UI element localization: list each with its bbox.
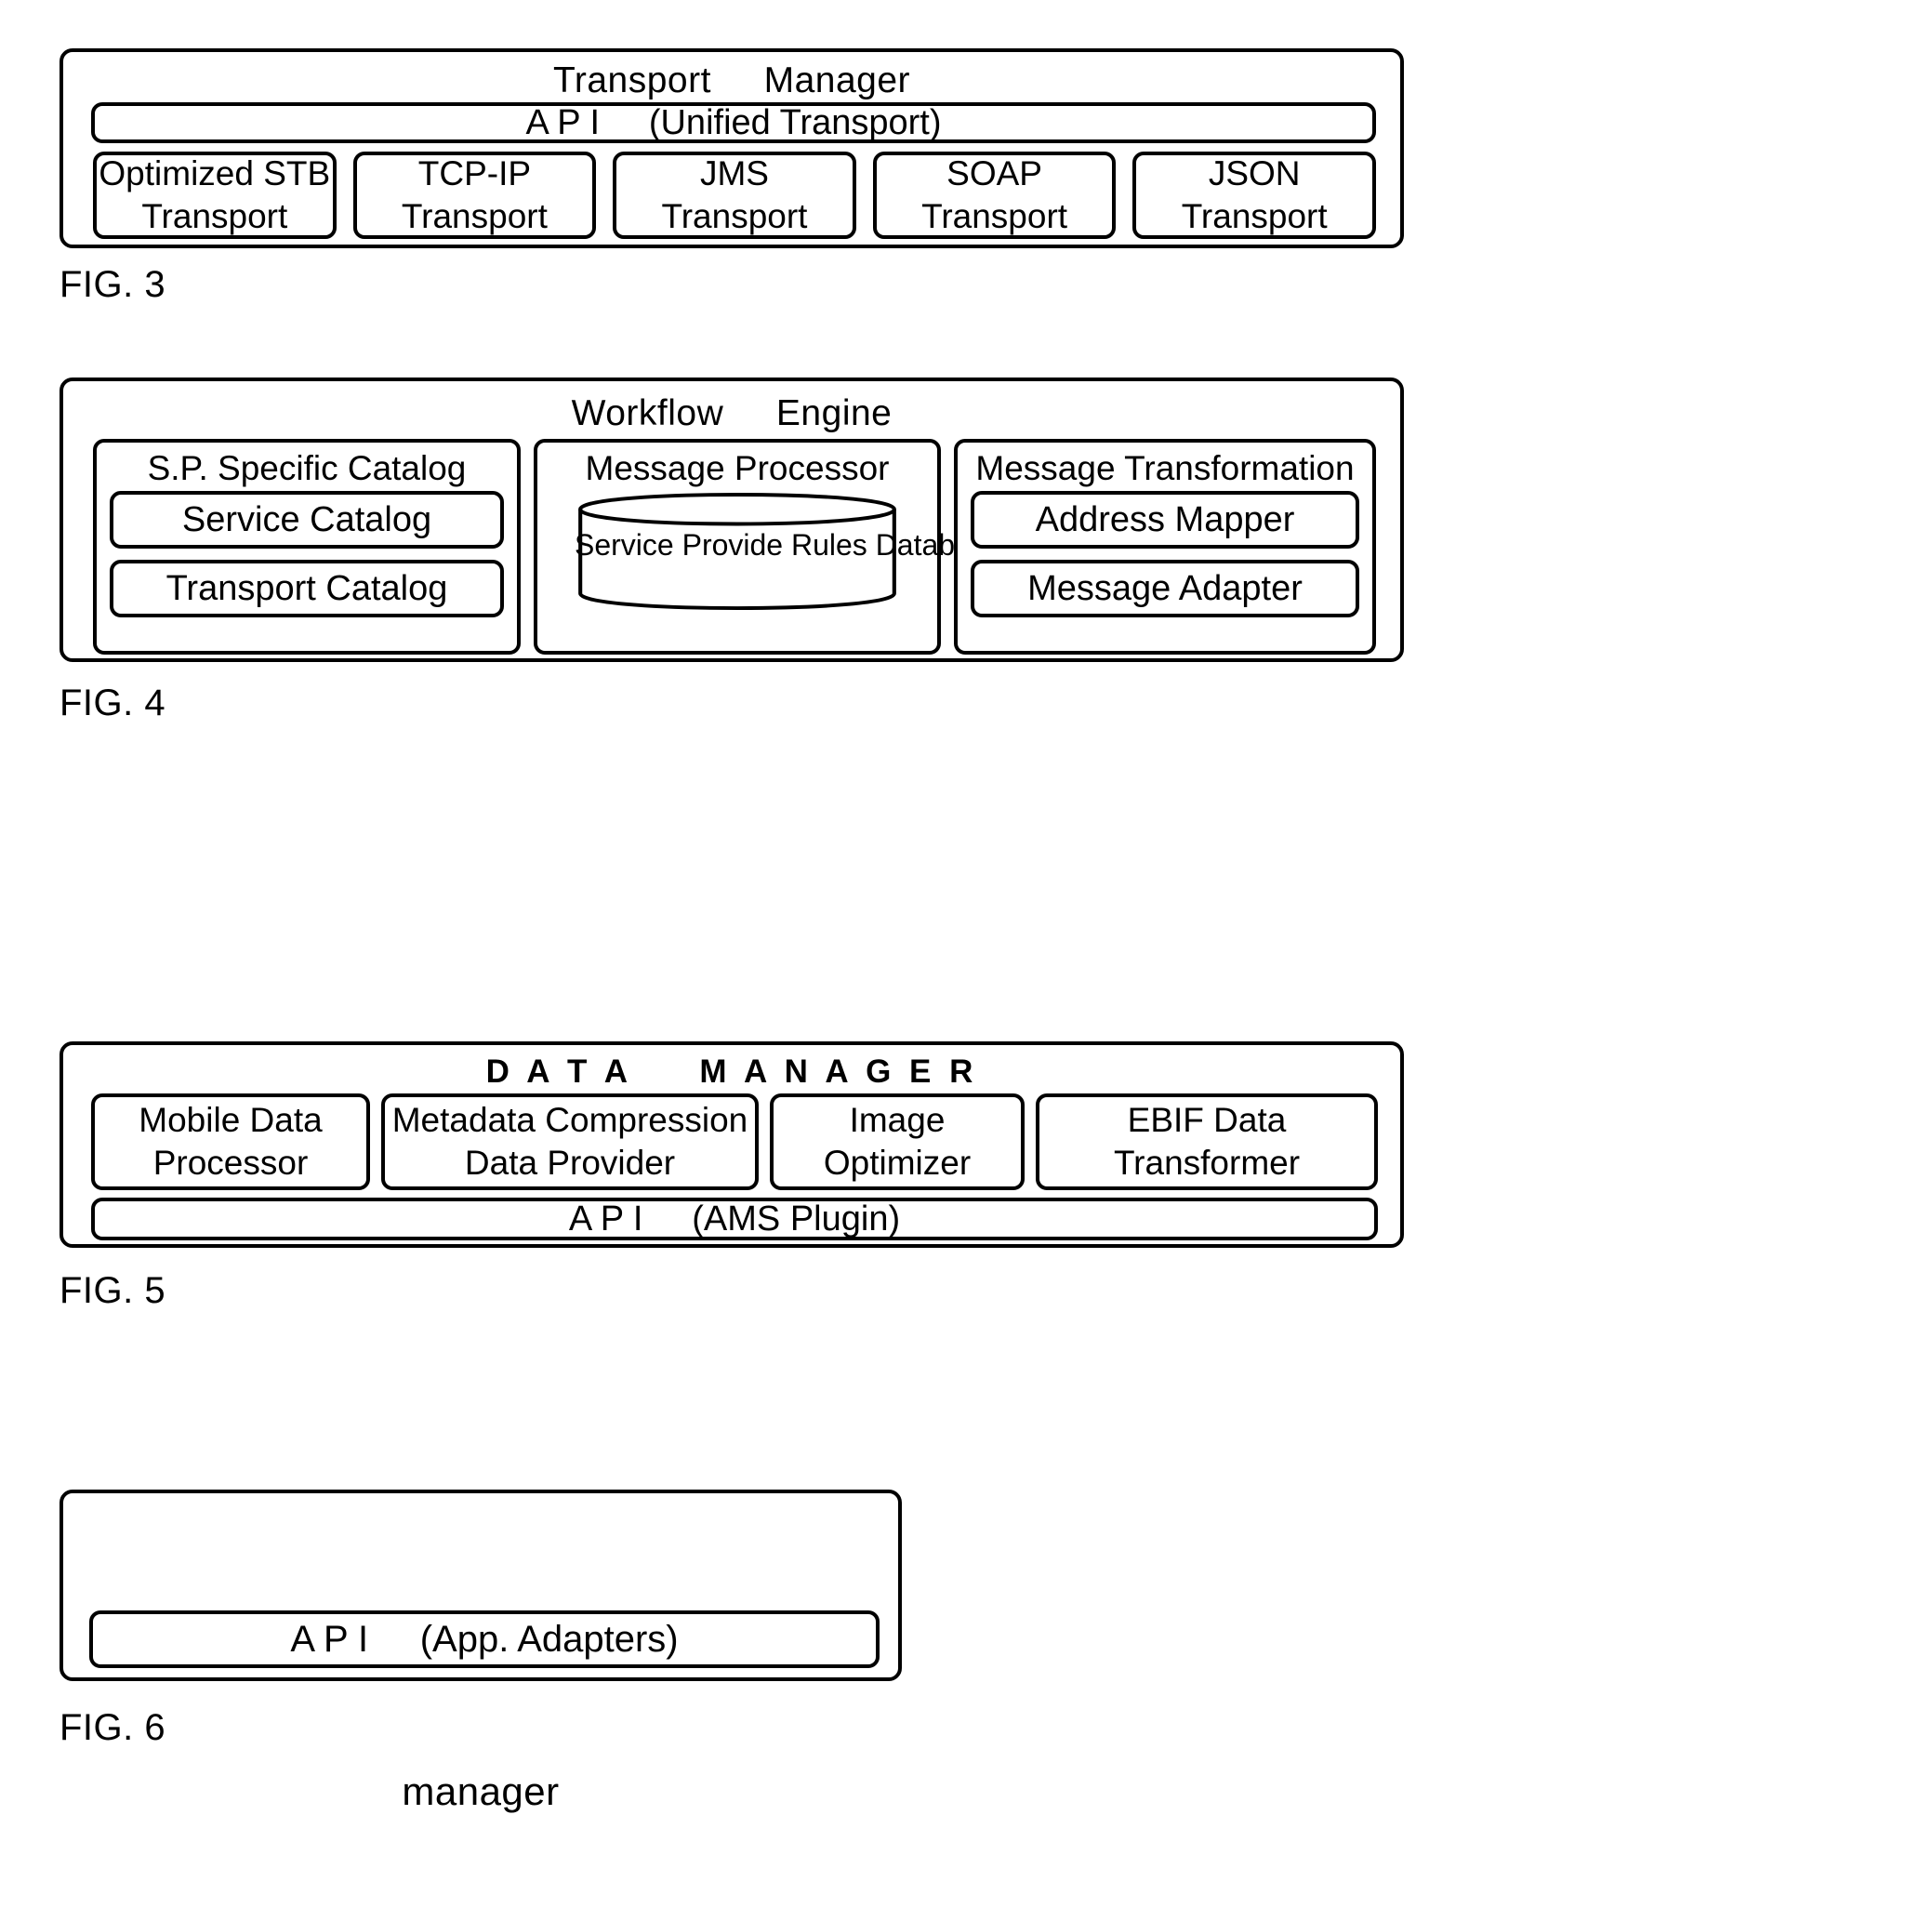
data-manager-components: Mobile Data Processor Metadata Compressi… [91,1093,1378,1190]
panel-sp-specific-catalog: S.P. Specific Catalog Service Catalog Tr… [93,439,521,655]
panel-message-processor: Message Processor Service Provide Rules … [534,439,1003,655]
mobile-data-processor-line2: Processor [152,1144,309,1182]
workflow-engine-title: Workflow Engine [571,393,893,433]
transport-tcp-ip-line1: TCP-IP [417,154,532,193]
mobile-data-processor-line1: Mobile Data [139,1101,323,1140]
service-provider-rules-database-cylinder: Service Provide Rules Database [575,493,1003,610]
transport-list: Optimized STB Transport TCP-IP Transport… [93,152,1376,239]
transport-jms: JMS Transport [613,152,856,239]
metadata-compression-data-provider: Metadata Compression Data Provider [381,1093,759,1190]
figure-5-caption: FIG. 5 [60,1270,166,1311]
figure-5-data-manager: D A T A M A N A G E R Mobile Data Proces… [60,1041,1404,1248]
figure-6-application-manager: Application manager A P I (App. Adapters… [60,1490,902,1813]
transport-soap-line2: Transport [921,197,1068,235]
service-catalog-box: Service Catalog [110,491,504,549]
image-optimizer-line2: Optimizer [823,1144,972,1182]
ebif-data-transformer-line1: EBIF Data [1127,1101,1287,1140]
figure-4-caption: FIG. 4 [60,682,166,723]
application-manager-title: Application manager [63,1508,898,1921]
ebif-data-transformer: EBIF Data Transformer [1036,1093,1378,1190]
rules-database-label: Service Provide Rules Database [575,526,1003,564]
panel-sp-specific-catalog-title: S.P. Specific Catalog [147,449,467,487]
rules-database-line1: Service Provide [575,528,784,562]
workflow-engine-panels: S.P. Specific Catalog Service Catalog Tr… [93,439,1376,655]
data-manager-api-bar: A P I (AMS Plugin) [91,1198,1378,1240]
transport-json-line2: Transport [1181,197,1328,235]
transport-jms-line1: JMS [699,154,769,193]
panel-message-transformation-items: Address Mapper Message Adapter [958,491,1372,651]
figure-3-transport-manager: Transport Manager A P I (Unified Transpo… [60,48,1404,248]
message-adapter-box: Message Adapter [971,560,1359,617]
panel-message-transformation-title: Message Transformation [975,449,1355,487]
application-manager-api-bar: A P I (App. Adapters) [89,1610,880,1668]
transport-soap: SOAP Transport [872,152,1117,239]
data-manager-title: D A T A M A N A G E R [485,1053,978,1090]
metadata-compression-line2: Data Provider [464,1144,676,1182]
transport-optimized-stb-line2: Transport [141,197,288,235]
address-mapper-box: Address Mapper [971,491,1359,549]
transport-soap-line1: SOAP [946,154,1042,193]
transport-manager-api-bar: A P I (Unified Transport) [91,102,1376,143]
transport-manager-title: Transport Manager [552,60,911,100]
panel-message-transformation: Message Transformation Address Mapper Me… [954,439,1376,655]
panel-message-processor-title: Message Processor [585,449,890,487]
patent-figure-sheet: Transport Manager A P I (Unified Transpo… [0,0,1932,1854]
application-manager-title-line2: manager [402,1769,560,1814]
figure-6-caption: FIG. 6 [60,1707,166,1748]
transport-catalog-box: Transport Catalog [110,560,504,617]
transport-optimized-stb-line1: Optimized STB [99,154,331,193]
image-optimizer-line1: Image [849,1101,946,1140]
image-optimizer: Image Optimizer [770,1093,1025,1190]
transport-tcp-ip: TCP-IP Transport [352,152,597,239]
transport-json-line1: JSON [1208,154,1301,193]
panel-sp-specific-catalog-items: Service Catalog Transport Catalog [97,491,517,651]
ebif-data-transformer-line2: Transformer [1113,1144,1301,1182]
mobile-data-processor: Mobile Data Processor [91,1093,370,1190]
transport-json: JSON Transport [1132,152,1376,239]
transport-jms-line2: Transport [661,197,808,235]
figure-4-workflow-engine: Workflow Engine S.P. Specific Catalog Se… [60,378,1404,662]
transport-tcp-ip-line2: Transport [401,197,548,235]
metadata-compression-line1: Metadata Compression [391,1101,748,1140]
figure-3-caption: FIG. 3 [60,264,166,305]
transport-optimized-stb: Optimized STB Transport [93,152,337,239]
